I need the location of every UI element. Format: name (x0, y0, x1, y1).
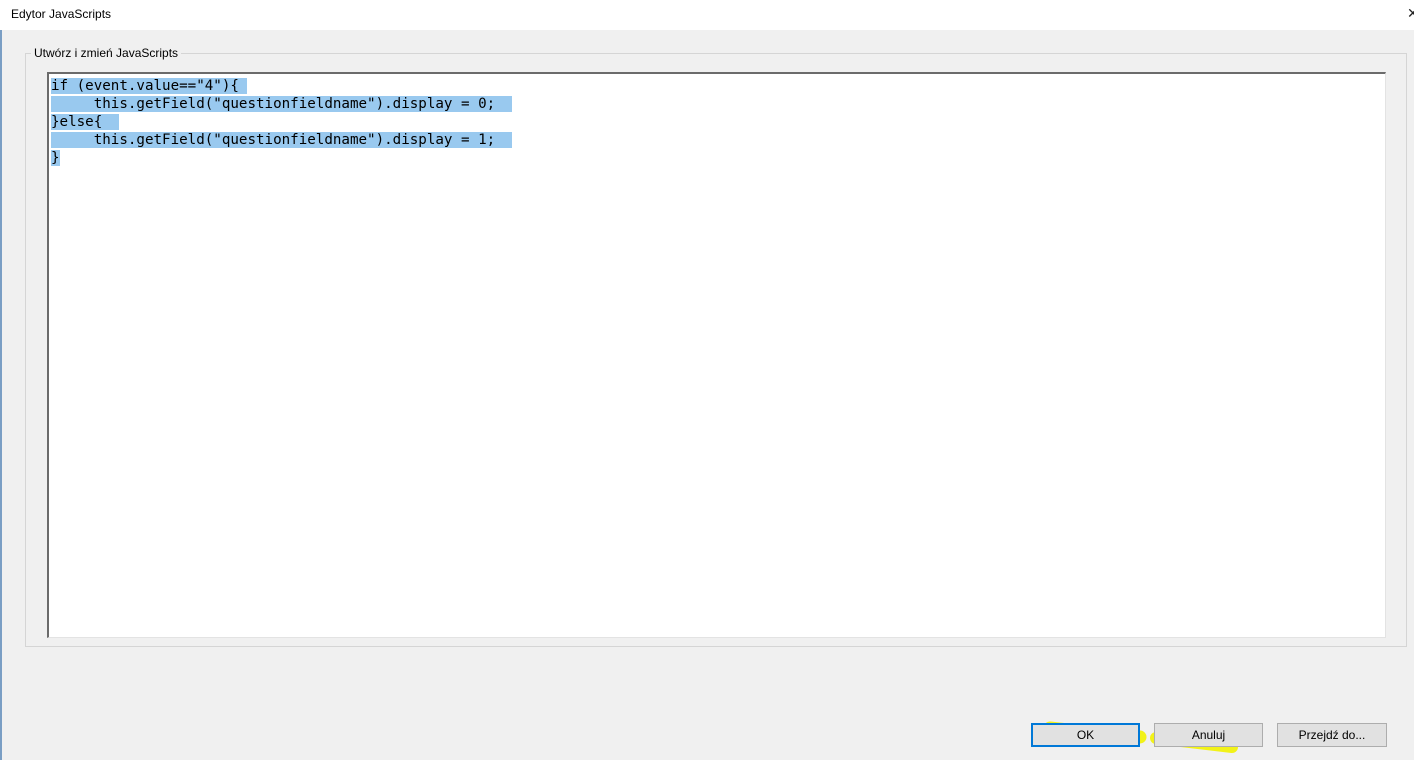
code-content: if (event.value=="4"){ this.getField("qu… (51, 77, 513, 167)
selected-text: if (event.value=="4"){ (51, 78, 248, 94)
code-line: this.getField("questionfieldname").displ… (51, 95, 513, 113)
ok-button[interactable]: OK (1031, 723, 1140, 747)
code-line: }else{ (51, 113, 512, 131)
goto-button[interactable]: Przejdź do... (1277, 723, 1387, 747)
code-line: if (event.value=="4"){ (51, 77, 512, 95)
selected-text: }else{ (51, 114, 120, 130)
close-button[interactable]: ✕ (1400, 0, 1414, 28)
code-line: } (51, 149, 512, 167)
selected-text: this.getField("questionfieldname").displ… (51, 132, 513, 148)
cancel-button[interactable]: Anuluj (1154, 723, 1263, 747)
selected-text: } (51, 150, 60, 166)
close-icon: ✕ (1407, 5, 1414, 21)
title-bar[interactable]: Edytor JavaScripts ✕ (0, 0, 1414, 30)
code-line: this.getField("questionfieldname").displ… (51, 131, 513, 149)
selected-text: this.getField("questionfieldname").displ… (51, 96, 513, 112)
group-box-label: Utwórz i zmień JavaScripts (31, 46, 182, 60)
window-title: Edytor JavaScripts (11, 7, 112, 21)
javascript-editor[interactable]: if (event.value=="4"){ this.getField("qu… (47, 72, 1386, 638)
window-left-border (0, 0, 2, 760)
